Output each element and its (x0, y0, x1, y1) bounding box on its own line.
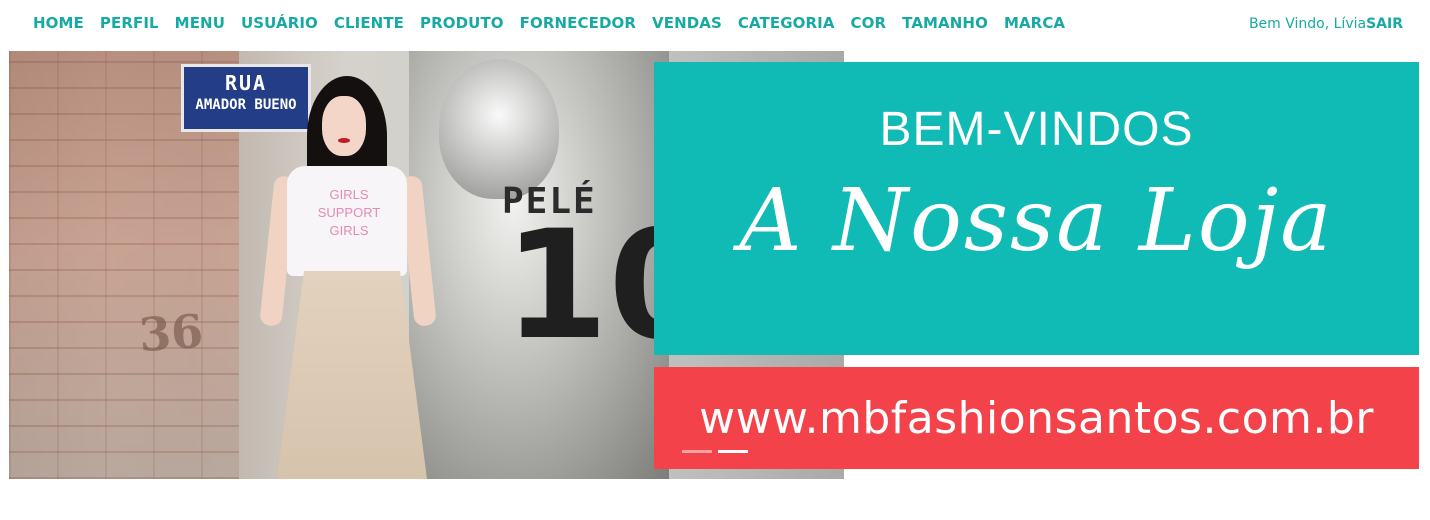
nav-vendas[interactable]: VENDAS (652, 13, 722, 33)
nav-cliente[interactable]: CLIENTE (334, 13, 404, 33)
nav-perfil[interactable]: PERFIL (100, 13, 159, 33)
carousel-indicator-1[interactable] (682, 450, 712, 453)
wall-graffiti-number: 36 (137, 303, 205, 363)
banner-url: www.mbfashionsantos.com.br (699, 392, 1374, 444)
welcome-panel: BEM-VINDOS A Nossa Loja (654, 62, 1419, 355)
mural-head (439, 59, 559, 199)
nav-categoria[interactable]: CATEGORIA (738, 13, 835, 33)
model-face (322, 96, 366, 156)
nav-fornecedor[interactable]: FORNECEDOR (520, 13, 636, 33)
main-menu: HOME PERFIL MENU USUÁRIO CLIENTE PRODUTO… (33, 13, 1065, 33)
model-lips (338, 138, 350, 143)
top-navbar: HOME PERFIL MENU USUÁRIO CLIENTE PRODUTO… (0, 0, 1430, 48)
nav-cor[interactable]: COR (851, 13, 887, 33)
nav-marca[interactable]: MARCA (1004, 13, 1065, 33)
user-greeting: Bem Vindo, LíviaSAIR (1249, 14, 1403, 34)
url-panel: www.mbfashionsantos.com.br (654, 367, 1419, 469)
welcome-text: Bem Vindo, Lívia (1248, 16, 1367, 32)
banner-tagline: A Nossa Loja (739, 171, 1334, 271)
carousel-indicator-2[interactable] (718, 450, 748, 453)
banner-headline: BEM-VINDOS (879, 103, 1194, 156)
banner-carousel[interactable]: 36 RUA AMADOR BUENO PELÉ 10 GIRLS SUPPOR… (9, 51, 1419, 479)
nav-tamanho[interactable]: TAMANHO (902, 13, 988, 33)
logout-link[interactable]: SAIR (1366, 16, 1403, 32)
nav-produto[interactable]: PRODUTO (420, 13, 504, 33)
nav-menu[interactable]: MENU (175, 13, 225, 33)
nav-home[interactable]: HOME (33, 13, 84, 33)
shirt-print-text: GIRLS SUPPORT GIRLS (317, 187, 381, 238)
model-pants (277, 271, 427, 479)
model-figure: GIRLS SUPPORT GIRLS (259, 76, 437, 479)
nav-usuario[interactable]: USUÁRIO (241, 13, 318, 33)
carousel-indicators (682, 450, 748, 453)
